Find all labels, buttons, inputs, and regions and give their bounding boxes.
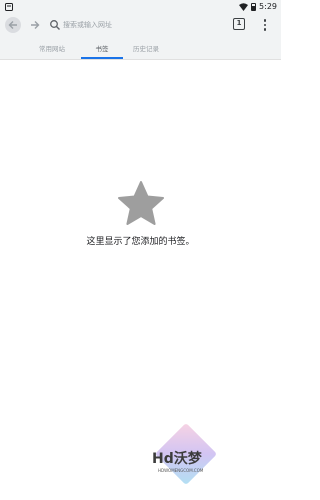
notification-icon: [5, 3, 13, 11]
more-menu-button[interactable]: [260, 17, 270, 33]
watermark-subtext: HDWOMENGCOM.COM: [158, 468, 204, 473]
status-icons: 5:29: [239, 1, 277, 13]
battery-icon: [251, 3, 257, 11]
forward-button[interactable]: [27, 17, 43, 33]
search-icon: [50, 20, 60, 30]
tab-history[interactable]: 历史记录: [120, 36, 172, 60]
search-input[interactable]: [63, 18, 223, 32]
back-button[interactable]: [5, 17, 21, 33]
star-icon: [117, 181, 164, 225]
empty-state-message: 这里显示了您添加的书签。: [86, 237, 195, 247]
browser-toolbar: 1: [0, 14, 281, 36]
status-bar: 5:29: [0, 0, 281, 14]
active-tab-indicator: [81, 57, 123, 59]
tab-strip: 常用网站 书签 历史记录: [0, 36, 281, 60]
wifi-icon: [239, 3, 249, 11]
more-vert-icon: [263, 19, 267, 22]
watermark-text: Hd沃梦: [152, 451, 202, 467]
arrow-left-icon: [8, 21, 17, 29]
tab-switcher-button[interactable]: 1: [233, 18, 245, 30]
watermark-logo: Hd沃梦 HDWOMENGCOM.COM: [150, 422, 218, 494]
empty-state: 这里显示了您添加的书签。: [0, 180, 281, 247]
status-time: 5:29: [259, 2, 277, 11]
arrow-right-icon: [31, 21, 40, 29]
tab-frequent-sites[interactable]: 常用网站: [22, 36, 82, 60]
